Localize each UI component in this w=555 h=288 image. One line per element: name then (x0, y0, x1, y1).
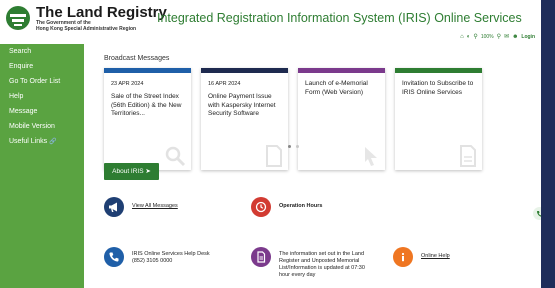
document-icon (251, 247, 271, 267)
clock-icon (251, 197, 271, 217)
card-accent-bar (104, 68, 191, 73)
cursor-icon (365, 147, 377, 166)
sidebar-item-enquire[interactable]: Enquire (0, 59, 84, 74)
sidebar-item-mobile-version[interactable]: Mobile Version (0, 119, 84, 134)
document-icon (266, 145, 282, 167)
card-accent-bar (395, 68, 482, 73)
carousel-dot[interactable] (296, 145, 299, 148)
zoom-level: 100% (480, 33, 494, 40)
phone-icon (104, 247, 124, 267)
login-link[interactable]: Login (521, 34, 535, 40)
sidebar-item-label: Useful Links (9, 138, 48, 145)
online-help-item: Online Help (393, 247, 450, 267)
card-title: Launch of e-Memorial Form (Web Version) (305, 80, 368, 96)
land-registry-logo[interactable] (6, 6, 30, 30)
language-icon[interactable]: ◐ (467, 34, 471, 40)
sidebar-nav: Search Enquire Go To Order List Help Mes… (0, 44, 84, 288)
broadcast-card[interactable]: 16 APR 2024 Online Payment Issue with Ka… (201, 68, 288, 170)
main-content: Broadcast Messages 23 APR 2024 Sale of t… (84, 44, 541, 288)
card-accent-bar (298, 68, 385, 73)
carousel-dot[interactable] (288, 145, 291, 148)
megaphone-icon (104, 197, 124, 217)
about-iris-label: About IRIS (112, 168, 144, 175)
sidebar-item-message[interactable]: Message (0, 104, 84, 119)
card-title: Online Payment Issue with Kaspersky Inte… (208, 93, 276, 117)
update-info-line: List/Information is updated at 07:30 (279, 265, 365, 271)
zoom-in-icon[interactable]: ⚲ (473, 33, 477, 40)
update-info-line: hour every day (279, 272, 316, 278)
card-date: 16 APR 2024 (208, 81, 241, 87)
helpdesk-phone[interactable]: (852) 3105 0000 (132, 258, 210, 265)
online-help-link[interactable]: Online Help (421, 253, 450, 260)
operation-hours-label[interactable]: Operation Hours (279, 203, 322, 210)
zoom-out-icon[interactable]: ⚲ (497, 33, 501, 40)
header: The Land Registry The Government of the … (0, 0, 541, 44)
broadcast-card[interactable]: Invitation to Subscribe to IRIS Online S… (395, 68, 482, 170)
document-icon (460, 145, 476, 167)
brand-name: The Land Registry (36, 4, 167, 21)
view-all-messages-link[interactable]: View All Messages (132, 203, 178, 210)
broadcast-card[interactable]: Launch of e-Memorial Form (Web Version) (298, 68, 385, 170)
search-icon (165, 146, 186, 167)
broadcast-card[interactable]: 23 APR 2024 Sale of the Street Index (56… (104, 68, 191, 170)
card-title: Invitation to Subscribe to IRIS Online S… (402, 80, 474, 96)
carousel-dots (288, 145, 299, 148)
broadcast-title: Broadcast Messages (104, 55, 170, 62)
card-title: Sale of the Street Index (56th Edition) … (111, 93, 182, 117)
link-icon: 🔗 (49, 139, 57, 145)
info-icon (393, 247, 413, 267)
card-date: 23 APR 2024 (111, 81, 144, 87)
brand-subtitle-2: Hong Kong Special Administrative Region (36, 26, 137, 32)
site-title: Integrated Registration Information Syst… (157, 11, 522, 25)
about-iris-button[interactable]: About IRIS ➤ (104, 163, 159, 180)
helpdesk-item: IRIS Online Services Help Desk (852) 310… (104, 247, 210, 267)
update-info-line: The information set out in the Land (279, 251, 364, 257)
sidebar-item-help[interactable]: Help (0, 89, 84, 104)
sidebar-item-order-list[interactable]: Go To Order List (0, 74, 84, 89)
home-icon[interactable]: ⌂ (460, 34, 464, 40)
phone-icon[interactable] (533, 207, 541, 220)
helpdesk-title: IRIS Online Services Help Desk (132, 251, 210, 257)
sidebar-item-search[interactable]: Search (0, 44, 84, 59)
user-icon: ☻ (512, 33, 519, 40)
utility-bar: ⌂ ◐ ⚲ 100% ⚲ ✉ ☻ Login (460, 33, 535, 41)
arrow-right-icon: ➤ (145, 168, 151, 175)
update-info-line: Register and Unposted Memorial (279, 258, 360, 264)
mail-icon[interactable]: ✉ (504, 33, 509, 40)
update-info-item: The information set out in the Land Regi… (251, 247, 365, 279)
card-accent-bar (201, 68, 288, 73)
sidebar-item-useful-links[interactable]: Useful Links 🔗 (0, 134, 84, 149)
view-all-messages-item: View All Messages (104, 197, 178, 217)
browser-frame: The Land Registry The Government of the … (0, 0, 541, 288)
operation-hours-item: Operation Hours (251, 197, 322, 217)
